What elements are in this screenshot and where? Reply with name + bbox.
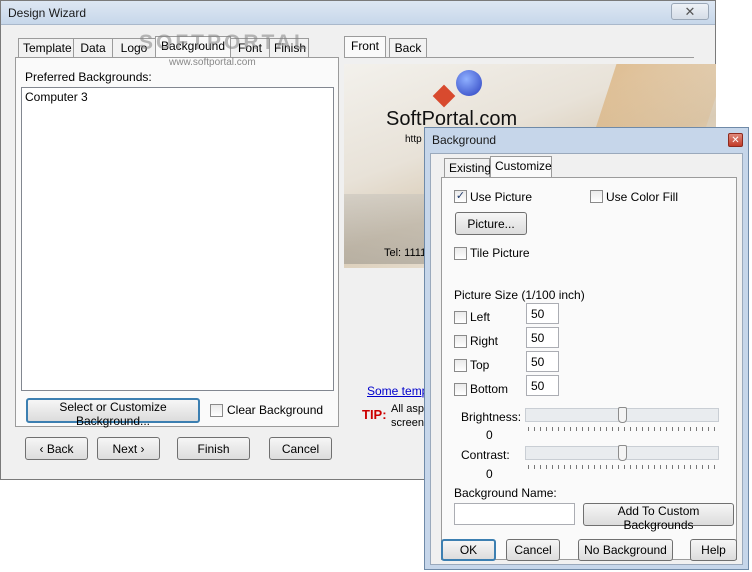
size-left-label: Left — [470, 310, 491, 324]
ok-button[interactable]: OK — [441, 539, 496, 561]
preview-tab-underline — [344, 57, 694, 58]
chevron-left-icon: ‹ — [39, 441, 47, 456]
tab-front[interactable]: Front — [344, 36, 386, 57]
contrast-value: 0 — [486, 467, 493, 481]
tab-data[interactable]: Data — [73, 38, 113, 57]
next-label: Next — [112, 441, 138, 456]
brightness-ticks — [528, 427, 716, 431]
dialog-titlebar: Background ✕ — [425, 128, 748, 152]
tip-label: TIP: — [362, 407, 387, 422]
dialog-cancel-button[interactable]: Cancel — [506, 539, 560, 561]
contrast-label: Contrast: — [461, 448, 510, 462]
list-item[interactable]: Computer 3 — [25, 90, 88, 104]
size-left-checkbox[interactable] — [454, 311, 467, 324]
tab-customize[interactable]: Customize — [490, 156, 552, 177]
wizard-titlebar: Design Wizard ✕ — [1, 1, 715, 25]
watermark-url: www.softportal.com — [169, 57, 256, 68]
dialog-client: Existing Customize ✓ Use Picture Use Col… — [430, 153, 743, 565]
add-to-custom-backgrounds-button[interactable]: Add To Custom Backgrounds — [583, 503, 734, 532]
size-right-field[interactable] — [526, 327, 559, 348]
select-customize-background-button[interactable]: Select or Customize Background... — [26, 398, 200, 428]
tab-existing[interactable]: Existing — [444, 158, 491, 177]
background-tab-panel: Preferred Backgrounds: Computer 3 Select… — [15, 57, 339, 428]
preferred-backgrounds-label: Preferred Backgrounds: — [25, 70, 152, 84]
brightness-value: 0 — [486, 428, 493, 442]
clear-background-checkbox[interactable] — [210, 404, 223, 417]
use-color-fill-checkbox[interactable] — [590, 190, 603, 203]
clear-background-label: Clear Background — [227, 403, 324, 417]
picture-button[interactable]: Picture... — [455, 212, 527, 235]
dialog-title: Background — [432, 133, 497, 147]
size-top-label: Top — [470, 358, 490, 372]
backgrounds-list[interactable]: Computer 3 — [21, 87, 334, 391]
size-bottom-checkbox[interactable] — [454, 383, 467, 396]
size-bottom-label: Bottom — [470, 382, 509, 396]
tile-picture-checkbox[interactable] — [454, 247, 467, 260]
contrast-slider-thumb[interactable] — [618, 445, 627, 461]
watermark: SOFTPORTAL — [139, 31, 310, 54]
size-top-checkbox[interactable] — [454, 359, 467, 372]
logo-accent-icon — [432, 84, 456, 108]
next-button[interactable]: Next › — [97, 437, 160, 460]
tip-text-line1: All asp — [391, 403, 425, 415]
some-templates-link[interactable]: Some templ — [367, 384, 431, 398]
dialog-close-icon[interactable]: ✕ — [728, 133, 743, 147]
back-button[interactable]: ‹ Back — [25, 437, 88, 460]
background-name-field[interactable] — [454, 503, 575, 525]
use-picture-checkbox[interactable]: ✓ — [454, 190, 467, 203]
back-label: Back — [46, 441, 74, 456]
help-button[interactable]: Help — [690, 539, 737, 561]
close-icon[interactable]: ✕ — [671, 3, 709, 20]
tip-text-line2: screen — [391, 417, 425, 429]
size-right-checkbox[interactable] — [454, 335, 467, 348]
globe-logo-icon — [456, 70, 482, 96]
cancel-button[interactable]: Cancel — [269, 437, 332, 460]
finish-button[interactable]: Finish — [177, 437, 250, 460]
size-right-label: Right — [470, 334, 499, 348]
no-background-button[interactable]: No Background — [578, 539, 673, 561]
size-left-field[interactable] — [526, 303, 559, 324]
card-url: http — [405, 134, 422, 145]
customize-panel: ✓ Use Picture Use Color Fill Picture... … — [441, 177, 737, 560]
tab-template[interactable]: Template — [18, 38, 74, 57]
background-dialog: Background ✕ Existing Customize ✓ Use Pi… — [424, 127, 749, 570]
picture-size-label: Picture Size (1/100 inch) — [454, 288, 585, 302]
use-picture-label: Use Picture — [470, 190, 533, 204]
use-color-fill-label: Use Color Fill — [606, 190, 679, 204]
tile-picture-label: Tile Picture — [470, 246, 530, 260]
chevron-right-icon: › — [137, 441, 145, 456]
wizard-title: Design Wizard — [8, 6, 87, 20]
card-tel: Tel: 1111 — [384, 247, 427, 259]
contrast-ticks — [528, 465, 716, 469]
size-top-field[interactable] — [526, 351, 559, 372]
size-bottom-field[interactable] — [526, 375, 559, 396]
brightness-label: Brightness: — [461, 410, 522, 424]
tab-back[interactable]: Back — [389, 38, 427, 57]
background-name-label: Background Name: — [454, 486, 557, 500]
brightness-slider-thumb[interactable] — [618, 407, 627, 423]
